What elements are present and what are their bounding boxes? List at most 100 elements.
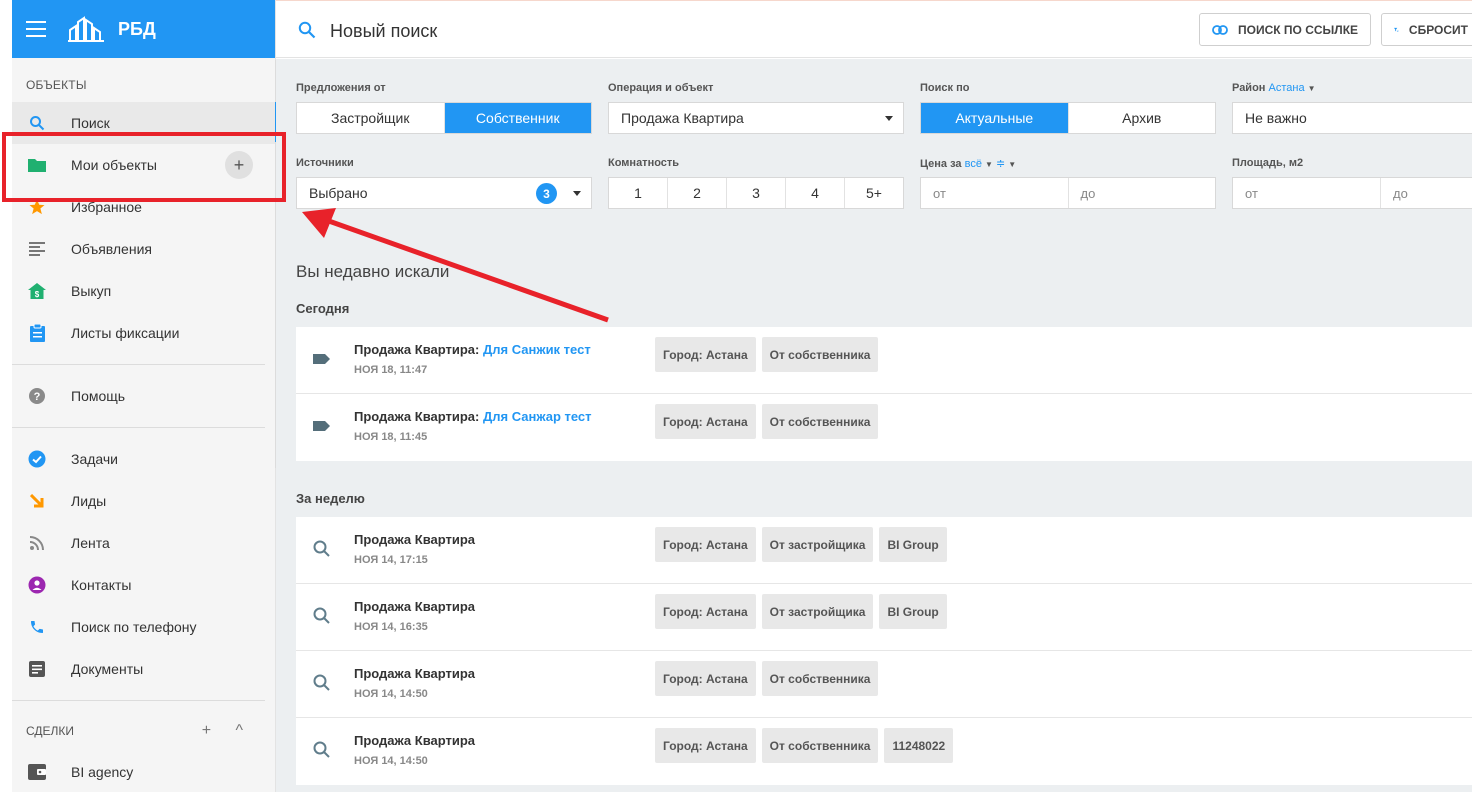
recent-search-row[interactable]: Продажа Квартира НОЯ 14, 16:35 Город: Ас… — [296, 584, 1472, 651]
sidebar-item-label: Документы — [71, 661, 144, 677]
price-label-group: Цена за всё ▼ ≑ ▼ — [920, 157, 1016, 170]
price-from-input[interactable]: от — [921, 178, 1069, 208]
offers-label: Предложения от — [296, 82, 386, 94]
search-chips: Город: Астана От собственника — [655, 661, 884, 696]
search-title: Продажа Квартира — [354, 666, 476, 681]
hamburger-menu-icon[interactable] — [26, 21, 46, 37]
sidebar: РБД ОБЪЕКТЫ Поиск Мои объекты + Избранно… — [12, 0, 287, 792]
district-label: Район — [1232, 82, 1266, 94]
help-icon: ? — [28, 387, 46, 405]
saved-search-name-link[interactable]: Для Санжар тест — [483, 409, 592, 424]
sidebar-item-buyout[interactable]: $ Выкуп — [12, 270, 275, 312]
search-by-option-actual[interactable]: Актуальные — [921, 103, 1069, 133]
operation-label: Операция и объект — [608, 82, 714, 94]
search-title-text: Продажа Квартира: — [354, 342, 480, 357]
sidebar-item-tasks[interactable]: Задачи — [12, 438, 275, 480]
reset-button[interactable]: СБРОСИТ — [1381, 13, 1472, 46]
area-range: от до — [1232, 177, 1472, 209]
search-by-link-label: ПОИСК ПО ССЫЛКЕ — [1238, 22, 1359, 37]
search-icon — [313, 741, 330, 758]
search-by-link-button[interactable]: ПОИСК ПО ССЫЛКЕ — [1199, 13, 1372, 46]
search-title: Продажа Квартира: Для Санжар тест — [354, 409, 592, 424]
rooms-option-4[interactable]: 4 — [786, 178, 845, 208]
sort-icon[interactable]: ≑ — [996, 158, 1005, 170]
sidebar-item-label: Помощь — [71, 388, 126, 404]
sidebar-item-label: BI agency — [71, 764, 134, 780]
sidebar-divider — [12, 700, 265, 701]
rooms-option-5-plus[interactable]: 5+ — [845, 178, 903, 208]
rooms-option-3[interactable]: 3 — [727, 178, 786, 208]
chip: Город: Астана — [655, 594, 756, 629]
chip: Город: Астана — [655, 337, 756, 372]
group-week-title: За неделю — [296, 491, 365, 506]
search-date: НОЯ 14, 14:50 — [354, 755, 428, 767]
recent-search-row[interactable]: Продажа Квартира НОЯ 14, 14:50 Город: Ас… — [296, 651, 1472, 718]
sources-value: Выбрано — [309, 185, 368, 201]
area-from-input[interactable]: от — [1233, 178, 1381, 208]
link-icon — [1212, 24, 1228, 35]
search-by-option-archive[interactable]: Архив — [1069, 103, 1216, 133]
district-label-group: Район Астана ▼ — [1232, 82, 1316, 94]
district-city-link[interactable]: Астана — [1269, 82, 1305, 94]
svg-text:?: ? — [34, 391, 41, 403]
sidebar-item-bi-agency[interactable]: BI agency — [12, 751, 275, 792]
brand-name: РБД — [118, 18, 156, 39]
check-circle-icon — [28, 450, 46, 468]
district-value: Не важно — [1245, 110, 1307, 126]
section-deals-title: СДЕЛКИ — [26, 724, 75, 738]
search-by-toggle: Актуальные Архив — [920, 102, 1216, 134]
area-to-input[interactable]: до — [1381, 178, 1472, 208]
price-to-input[interactable]: до — [1069, 178, 1216, 208]
sidebar-item-label: Лента — [71, 535, 110, 551]
chip: От застройщика — [761, 527, 874, 562]
search-icon — [313, 607, 330, 624]
annotation-arrow-icon — [302, 208, 609, 323]
section-objects-title: ОБЪЕКТЫ — [26, 78, 87, 92]
chip: Город: Астана — [655, 728, 756, 763]
chip: От собственника — [761, 661, 879, 696]
sidebar-item-help[interactable]: ? Помощь — [12, 375, 275, 417]
price-unit-link[interactable]: всё — [965, 158, 982, 170]
sidebar-item-leads[interactable]: Лиды — [12, 480, 275, 522]
search-chips: Город: Астана От собственника — [655, 404, 884, 439]
chip: 11248022 — [884, 728, 954, 763]
sidebar-item-phone-search[interactable]: Поиск по телефону — [12, 606, 275, 648]
arrow-icon — [28, 492, 46, 510]
search-icon — [313, 540, 330, 557]
chip: BI Group — [879, 527, 947, 562]
search-icon — [298, 21, 316, 39]
sidebar-item-feed[interactable]: Лента — [12, 522, 275, 564]
chip: От собственника — [761, 337, 879, 372]
search-title: Продажа Квартира — [354, 532, 476, 547]
sidebar-item-label: Контакты — [71, 577, 132, 593]
chevron-down-icon: ▼ — [1307, 84, 1316, 93]
phone-icon — [28, 618, 46, 636]
deals-section-header: СДЕЛКИ + ^ — [12, 711, 275, 751]
search-title: Продажа Квартира: Для Санжик тест — [354, 342, 591, 357]
sidebar-item-documents[interactable]: Документы — [12, 648, 275, 690]
search-date: НОЯ 14, 14:50 — [354, 688, 428, 700]
operation-select[interactable]: Продажа Квартира — [608, 102, 904, 134]
search-title-text: Продажа Квартира: — [354, 409, 480, 424]
offer-option-owner[interactable]: Собственник — [444, 103, 591, 133]
deals-actions[interactable]: + ^ — [202, 722, 253, 740]
sidebar-item-contacts[interactable]: Контакты — [12, 564, 275, 606]
sidebar-item-listings[interactable]: Объявления — [12, 228, 275, 270]
recent-search-row[interactable]: Продажа Квартира НОЯ 14, 14:50 Город: Ас… — [296, 718, 1472, 785]
recent-search-row[interactable]: Продажа Квартира НОЯ 14, 17:15 Город: Ас… — [296, 517, 1472, 584]
search-by-label: Поиск по — [920, 82, 970, 94]
sidebar-item-fixation-sheets[interactable]: Листы фиксации — [12, 312, 275, 354]
sidebar-divider — [12, 364, 265, 365]
offer-option-developer[interactable]: Застройщик — [297, 103, 445, 133]
saved-search-name-link[interactable]: Для Санжик тест — [483, 342, 591, 357]
recent-search-row[interactable]: Продажа Квартира: Для Санжик тест НОЯ 18… — [296, 327, 1472, 394]
rooms-option-2[interactable]: 2 — [668, 178, 727, 208]
sidebar-header: РБД — [12, 0, 275, 58]
district-select[interactable]: Не важно — [1232, 102, 1472, 134]
search-icon — [28, 114, 46, 132]
wallet-icon — [28, 763, 46, 781]
sources-label: Источники — [296, 157, 354, 169]
rooms-label: Комнатность — [608, 157, 680, 169]
chevron-down-icon: ▼ — [985, 160, 993, 169]
recent-search-row[interactable]: Продажа Квартира: Для Санжар тест НОЯ 18… — [296, 394, 1472, 461]
